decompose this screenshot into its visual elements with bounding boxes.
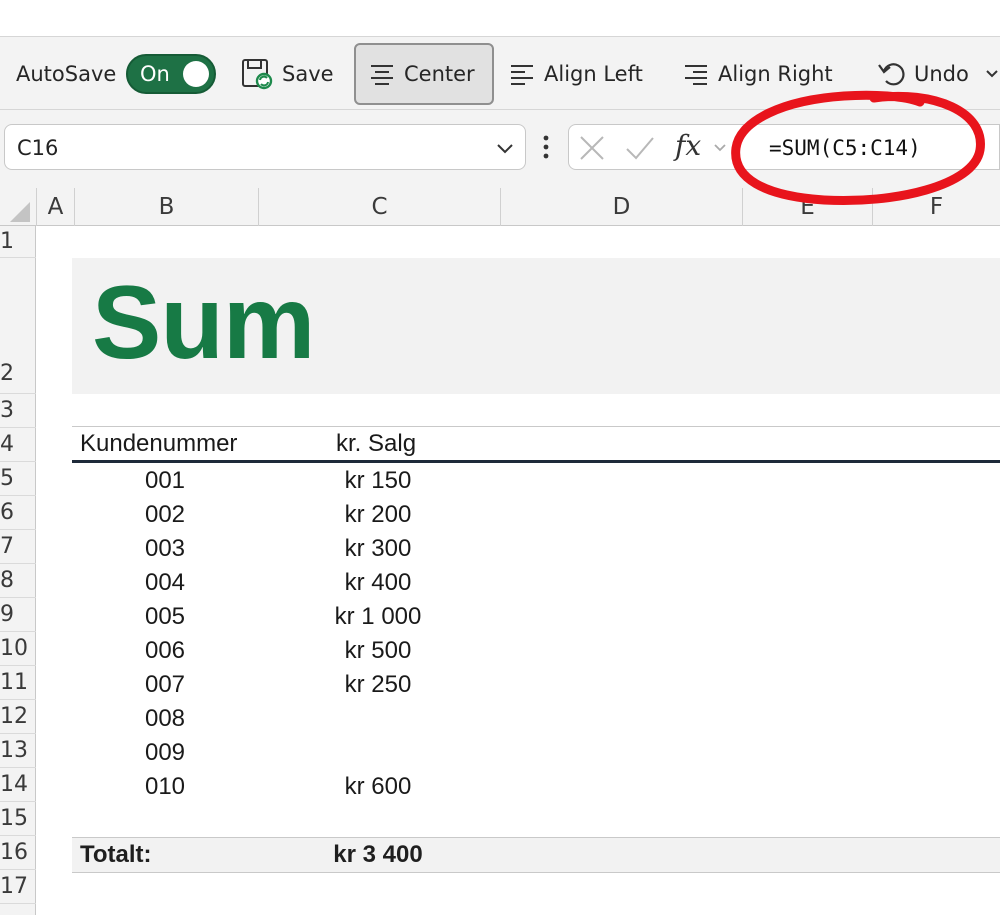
cell-b13[interactable]: 009 xyxy=(100,736,230,770)
row-header-12[interactable]: 12 xyxy=(0,700,36,734)
row-header-17[interactable]: 17 xyxy=(0,870,36,904)
row-header-10[interactable]: 10 xyxy=(0,632,36,666)
enter-icon[interactable] xyxy=(625,135,655,161)
cell-b9[interactable]: 005 xyxy=(100,600,230,634)
cell-b12[interactable]: 008 xyxy=(100,702,230,736)
cell-c13[interactable] xyxy=(300,736,456,770)
autosave-label: AutoSave xyxy=(16,62,117,86)
align-center-icon xyxy=(371,65,393,85)
cell-b10[interactable]: 006 xyxy=(100,634,230,668)
cell-c7[interactable]: kr 300 xyxy=(300,532,456,566)
row-header-15[interactable]: 15 xyxy=(0,802,36,836)
row-header-14[interactable]: 14 xyxy=(0,768,36,802)
row-header-7[interactable]: 7 xyxy=(0,530,36,564)
cell-c14[interactable]: kr 600 xyxy=(300,770,456,804)
column-header-c[interactable]: C xyxy=(258,188,500,226)
row-header-3[interactable]: 3 xyxy=(0,394,36,428)
formula-input-area[interactable]: fx =SUM(C5:C14) xyxy=(568,124,1000,170)
autosave-toggle[interactable]: On xyxy=(126,54,216,94)
cell-b5[interactable]: 001 xyxy=(100,464,230,498)
cell-b8[interactable]: 004 xyxy=(100,566,230,600)
chevron-down-icon[interactable] xyxy=(985,67,999,81)
name-box-value: C16 xyxy=(17,136,59,160)
row-header-11[interactable]: 11 xyxy=(0,666,36,700)
align-left-button[interactable]: Align Left xyxy=(508,37,643,111)
save-button[interactable]: Save xyxy=(240,37,334,111)
cancel-icon[interactable] xyxy=(579,135,605,161)
select-all-corner[interactable] xyxy=(0,188,36,226)
formula-bar: C16 fx =SUM(C5:C14) xyxy=(0,110,1000,188)
cell-b14[interactable]: 010 xyxy=(100,770,230,804)
align-right-icon xyxy=(685,65,707,85)
row-header-6[interactable]: 6 xyxy=(0,496,36,530)
cell-b11[interactable]: 007 xyxy=(100,668,230,702)
column-headers: A B C D E F xyxy=(0,188,1000,226)
column-header-d[interactable]: D xyxy=(500,188,742,226)
cell-c5[interactable]: kr 150 xyxy=(300,464,456,498)
more-options-icon[interactable] xyxy=(540,134,552,160)
cell-c8[interactable]: kr 400 xyxy=(300,566,456,600)
cell-c9[interactable]: kr 1 000 xyxy=(300,600,456,634)
cell-c11[interactable]: kr 250 xyxy=(300,668,456,702)
header-customer-number[interactable]: Kundenummer xyxy=(80,430,237,458)
table-header-border xyxy=(72,460,1000,463)
sheet-title: Sum xyxy=(92,265,315,381)
column-header-f[interactable]: F xyxy=(872,188,1000,226)
toggle-knob xyxy=(183,61,209,87)
cell-b6[interactable]: 002 xyxy=(100,498,230,532)
row-header-4[interactable]: 4 xyxy=(0,428,36,462)
total-row xyxy=(72,837,1000,873)
align-right-button[interactable]: Align Right xyxy=(682,37,833,111)
chevron-down-icon[interactable] xyxy=(495,138,515,158)
cell-c6[interactable]: kr 200 xyxy=(300,498,456,532)
center-align-button[interactable]: Center xyxy=(354,43,494,105)
title-cell[interactable]: Sum xyxy=(72,258,1000,394)
row-header-13[interactable]: 13 xyxy=(0,734,36,768)
formula-text[interactable]: =SUM(C5:C14) xyxy=(769,136,921,160)
row-header-8[interactable]: 8 xyxy=(0,564,36,598)
quick-access-toolbar: AutoSave On Save Center Align Left Align… xyxy=(0,36,1000,110)
row-header-9[interactable]: 9 xyxy=(0,598,36,632)
header-sales[interactable]: kr. Salg xyxy=(336,430,416,458)
cell-c10[interactable]: kr 500 xyxy=(300,634,456,668)
align-left-icon xyxy=(511,65,533,85)
cell-c12[interactable] xyxy=(300,702,456,736)
total-label[interactable]: Totalt: xyxy=(80,838,152,872)
fx-icon[interactable]: fx xyxy=(675,129,701,162)
total-value[interactable]: kr 3 400 xyxy=(300,838,456,872)
row-headers: 1 2 3 4 5 6 7 8 9 10 11 12 13 14 15 16 1… xyxy=(0,226,36,915)
undo-icon xyxy=(878,63,905,86)
chevron-down-icon[interactable] xyxy=(713,141,727,155)
row-header-5[interactable]: 5 xyxy=(0,462,36,496)
row-header-16[interactable]: 16 xyxy=(0,836,36,870)
autosave-state: On xyxy=(140,62,170,86)
column-header-b[interactable]: B xyxy=(74,188,258,226)
cell-b7[interactable]: 003 xyxy=(100,532,230,566)
row-header-1[interactable]: 1 xyxy=(0,226,36,258)
undo-button[interactable]: Undo xyxy=(876,37,999,111)
column-header-e[interactable]: E xyxy=(742,188,872,226)
save-icon xyxy=(242,59,273,90)
row-header-2[interactable]: 2 xyxy=(0,258,36,394)
table-top-border xyxy=(72,426,1000,427)
column-header-a[interactable]: A xyxy=(36,188,74,226)
name-box[interactable]: C16 xyxy=(4,124,526,170)
